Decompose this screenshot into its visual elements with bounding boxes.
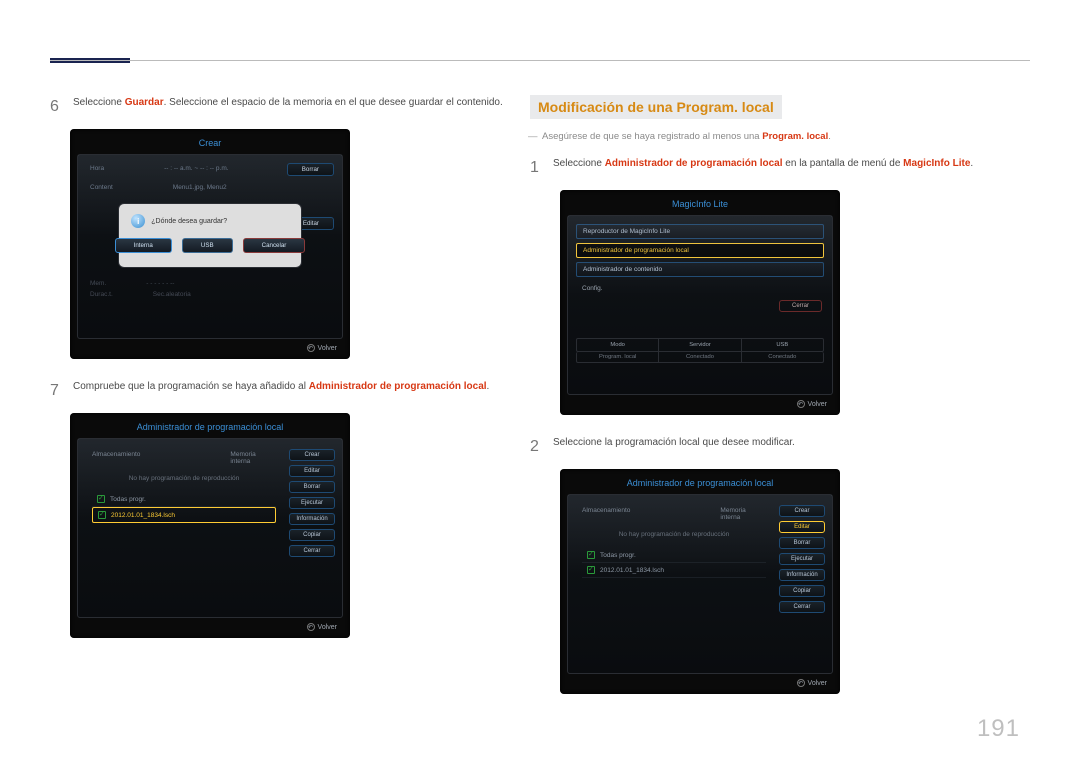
- osd-title: Crear: [77, 135, 343, 154]
- step-number: 1: [530, 156, 544, 180]
- step-2: 2 Seleccione la programación local que d…: [530, 435, 1030, 459]
- mi-config[interactable]: Config.: [576, 281, 824, 296]
- page-number: 191: [977, 715, 1020, 743]
- ejecutar-button[interactable]: Ejecutar: [289, 497, 335, 509]
- section-heading: Modificación de una Program. local: [530, 95, 782, 119]
- hl-admin: Administrador de programación local: [309, 381, 487, 392]
- check-icon: [97, 495, 105, 503]
- osd-title: MagicInfo Lite: [567, 196, 833, 215]
- save-dialog: i ¿Dónde desea guardar? Interna USB Canc…: [118, 203, 302, 268]
- info-icon: i: [131, 214, 145, 228]
- osd-crear: Crear Hora-- : -- a.m. ~ -- : -- p.m. Co…: [70, 129, 350, 359]
- info-button[interactable]: Información: [779, 569, 825, 581]
- list-item[interactable]: Todas progr.: [582, 548, 766, 563]
- step-text: Seleccione la programación local que des…: [553, 435, 795, 459]
- step-6: 6 Seleccione Guardar. Seleccione el espa…: [50, 95, 520, 119]
- return-button[interactable]: ↶Volver: [307, 344, 337, 352]
- osd-admin-right: Administrador de programación local Alma…: [560, 469, 840, 694]
- empty-message: No hay programación de reproducción: [582, 521, 766, 548]
- step-text: Seleccione Administrador de programación…: [553, 156, 973, 180]
- step-number: 2: [530, 435, 544, 459]
- cancelar-button[interactable]: Cancelar: [243, 238, 306, 253]
- list-item[interactable]: Todas progr.: [92, 492, 276, 507]
- step-1: 1 Seleccione Administrador de programaci…: [530, 156, 1030, 180]
- info-button[interactable]: Información: [289, 513, 335, 525]
- list-item-selected[interactable]: 2012.01.01_1834.lsch: [92, 507, 276, 523]
- step-7: 7 Compruebe que la programación se haya …: [50, 379, 520, 403]
- empty-message: No hay programación de reproducción: [92, 465, 276, 492]
- interna-button[interactable]: Interna: [115, 238, 172, 253]
- mi-row-selected[interactable]: Administrador de programación local: [576, 243, 824, 258]
- side-buttons: Crear Editar Borrar Ejecutar Información…: [779, 505, 825, 613]
- return-icon: ↶: [307, 344, 315, 352]
- copiar-button[interactable]: Copiar: [779, 585, 825, 597]
- top-divider: [50, 60, 1030, 61]
- copiar-button[interactable]: Copiar: [289, 529, 335, 541]
- borrar-button[interactable]: Borrar: [287, 163, 334, 176]
- dialog-question: ¿Dónde desea guardar?: [151, 218, 227, 225]
- check-icon: [98, 511, 106, 519]
- borrar-button[interactable]: Borrar: [779, 537, 825, 549]
- borrar-button[interactable]: Borrar: [289, 481, 335, 493]
- return-button[interactable]: ↶Volver: [307, 623, 337, 631]
- mi-row[interactable]: Administrador de contenido: [576, 262, 824, 277]
- cerrar-button[interactable]: Cerrar: [779, 300, 822, 312]
- osd-title: Administrador de programación local: [567, 475, 833, 494]
- step-number: 6: [50, 95, 64, 119]
- check-icon: [587, 551, 595, 559]
- return-icon: ↶: [797, 400, 805, 408]
- side-buttons: Crear Editar Borrar Ejecutar Información…: [289, 449, 335, 557]
- step-text: Compruebe que la programación se haya añ…: [73, 379, 489, 403]
- right-column: Modificación de una Program. local Asegú…: [530, 95, 1030, 714]
- crear-button[interactable]: Crear: [779, 505, 825, 517]
- return-icon: ↶: [307, 623, 315, 631]
- check-icon: [587, 566, 595, 574]
- list-item[interactable]: 2012.01.01_1834.lsch: [582, 563, 766, 578]
- editar-button[interactable]: Editar: [289, 465, 335, 477]
- mi-row[interactable]: Reproductor de MagicInfo Lite: [576, 224, 824, 239]
- left-column: 6 Seleccione Guardar. Seleccione el espa…: [50, 95, 520, 658]
- ejecutar-button[interactable]: Ejecutar: [779, 553, 825, 565]
- return-button[interactable]: ↶Volver: [797, 400, 827, 408]
- crear-button[interactable]: Crear: [289, 449, 335, 461]
- usb-button[interactable]: USB: [182, 238, 233, 253]
- return-icon: ↶: [797, 679, 805, 687]
- step-text: Seleccione Guardar. Seleccione el espaci…: [73, 95, 503, 119]
- status-grid-values: Program. local Conectado Conectado: [576, 352, 824, 363]
- step-number: 7: [50, 379, 64, 403]
- hl-guardar: Guardar: [125, 97, 164, 108]
- cerrar-button[interactable]: Cerrar: [779, 601, 825, 613]
- osd-magicinfo: MagicInfo Lite Reproductor de MagicInfo …: [560, 190, 840, 415]
- status-grid: Modo Servidor USB: [576, 338, 824, 352]
- osd-admin-left: Administrador de programación local Alma…: [70, 413, 350, 638]
- osd-title: Administrador de programación local: [77, 419, 343, 438]
- editar-button-selected[interactable]: Editar: [779, 521, 825, 533]
- note: Asegúrese de que se haya registrado al m…: [530, 131, 1030, 142]
- return-button[interactable]: ↶Volver: [797, 679, 827, 687]
- cerrar-button[interactable]: Cerrar: [289, 545, 335, 557]
